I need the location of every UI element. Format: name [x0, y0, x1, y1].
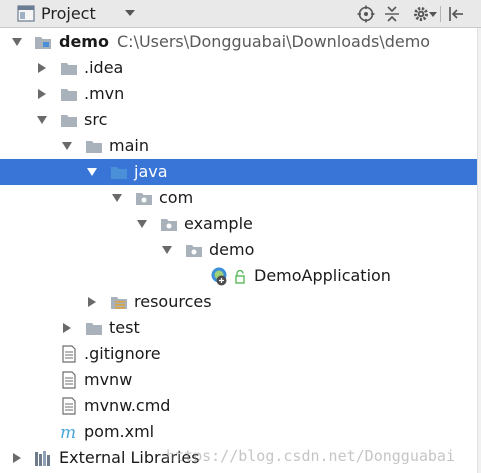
text-file-icon [62, 345, 76, 363]
expanded-arrow-icon[interactable] [62, 141, 72, 151]
expanded-arrow-icon[interactable] [37, 115, 47, 125]
tree-node-resources[interactable]: resources [0, 289, 481, 315]
collapsed-arrow-icon[interactable] [62, 323, 72, 333]
tree-node-label: mvnw.cmd [84, 396, 171, 415]
tree-node-label: resources [134, 292, 212, 311]
gear-dropdown-icon[interactable] [429, 12, 437, 17]
project-tree: demo C:\Users\Dongguabai\Downloads\demo … [0, 28, 481, 473]
source-folder-icon [111, 167, 127, 179]
tree-node-src[interactable]: src [0, 107, 481, 133]
tree-node-com[interactable]: com [0, 185, 481, 211]
tree-node-java[interactable]: java [0, 159, 481, 185]
tree-node-mvnw-cmd[interactable]: mvnw.cmd [0, 393, 481, 419]
tree-node-demo-root[interactable]: demo C:\Users\Dongguabai\Downloads\demo [0, 29, 481, 55]
watermark: https://blog.csdn.net/Dongguabai [166, 447, 455, 465]
tree-node-test[interactable]: test [0, 315, 481, 341]
text-file-icon [62, 397, 76, 415]
tree-node-label: com [159, 188, 194, 207]
project-panel-header: Project [0, 0, 481, 28]
tree-node-label: .gitignore [84, 344, 161, 363]
collapsed-arrow-icon[interactable] [87, 297, 97, 307]
folder-icon [61, 89, 77, 101]
tree-node-label: demo [209, 240, 255, 259]
expanded-arrow-icon[interactable] [137, 219, 147, 229]
lock-icon [235, 270, 245, 284]
tree-node-label: java [134, 162, 168, 181]
libraries-icon [35, 451, 50, 466]
folder-icon [61, 63, 77, 75]
folder-icon [61, 115, 77, 127]
expanded-arrow-icon[interactable] [87, 167, 97, 177]
tree-node-label: mvnw [84, 370, 133, 389]
tree-node-label: pom.xml [84, 422, 155, 441]
tree-node-idea[interactable]: .idea [0, 55, 481, 81]
tree-node-label: example [184, 214, 253, 233]
collapsed-arrow-icon[interactable] [12, 453, 22, 463]
tree-node-example[interactable]: example [0, 211, 481, 237]
tree-node-pom[interactable]: m pom.xml [0, 419, 481, 445]
tree-node-label: demo [59, 32, 109, 51]
header-divider [440, 6, 441, 22]
expanded-arrow-icon[interactable] [112, 193, 122, 203]
panel-title[interactable]: Project [41, 4, 96, 23]
tree-node-gitignore[interactable]: .gitignore [0, 341, 481, 367]
maven-file-icon: m [60, 423, 76, 441]
chevron-down-icon[interactable] [125, 10, 135, 17]
resources-folder-icon [111, 297, 127, 309]
tree-node-label: DemoApplication [254, 266, 391, 285]
tree-node-mvnw[interactable]: mvnw [0, 367, 481, 393]
module-folder-icon [35, 37, 51, 49]
tree-node-label: .idea [84, 58, 124, 77]
hide-panel-icon[interactable] [447, 5, 465, 23]
tree-node-label: .mvn [84, 84, 125, 103]
project-view-icon [17, 5, 35, 22]
tree-node-demo-application[interactable]: DemoApplication [0, 263, 481, 289]
package-icon [186, 245, 202, 257]
folder-icon [86, 141, 102, 153]
collapse-all-icon[interactable] [383, 5, 401, 23]
expanded-arrow-icon[interactable] [12, 37, 22, 47]
tree-node-label: main [109, 136, 149, 155]
svg-text:m: m [60, 423, 76, 441]
collapsed-arrow-icon[interactable] [37, 63, 47, 73]
project-path: C:\Users\Dongguabai\Downloads\demo [117, 32, 431, 51]
target-icon[interactable] [357, 5, 375, 23]
tree-node-mvn[interactable]: .mvn [0, 81, 481, 107]
spring-boot-class-icon [211, 267, 227, 286]
tree-node-label: test [109, 318, 140, 337]
package-icon [136, 193, 152, 205]
package-icon [161, 219, 177, 231]
tree-node-label: src [84, 110, 108, 129]
text-file-icon [62, 371, 76, 389]
scrollbar[interactable] [477, 28, 481, 473]
collapsed-arrow-icon[interactable] [37, 89, 47, 99]
expanded-arrow-icon[interactable] [162, 245, 172, 255]
tree-node-main[interactable]: main [0, 133, 481, 159]
folder-icon [86, 323, 102, 335]
tree-node-demo-package[interactable]: demo [0, 237, 481, 263]
